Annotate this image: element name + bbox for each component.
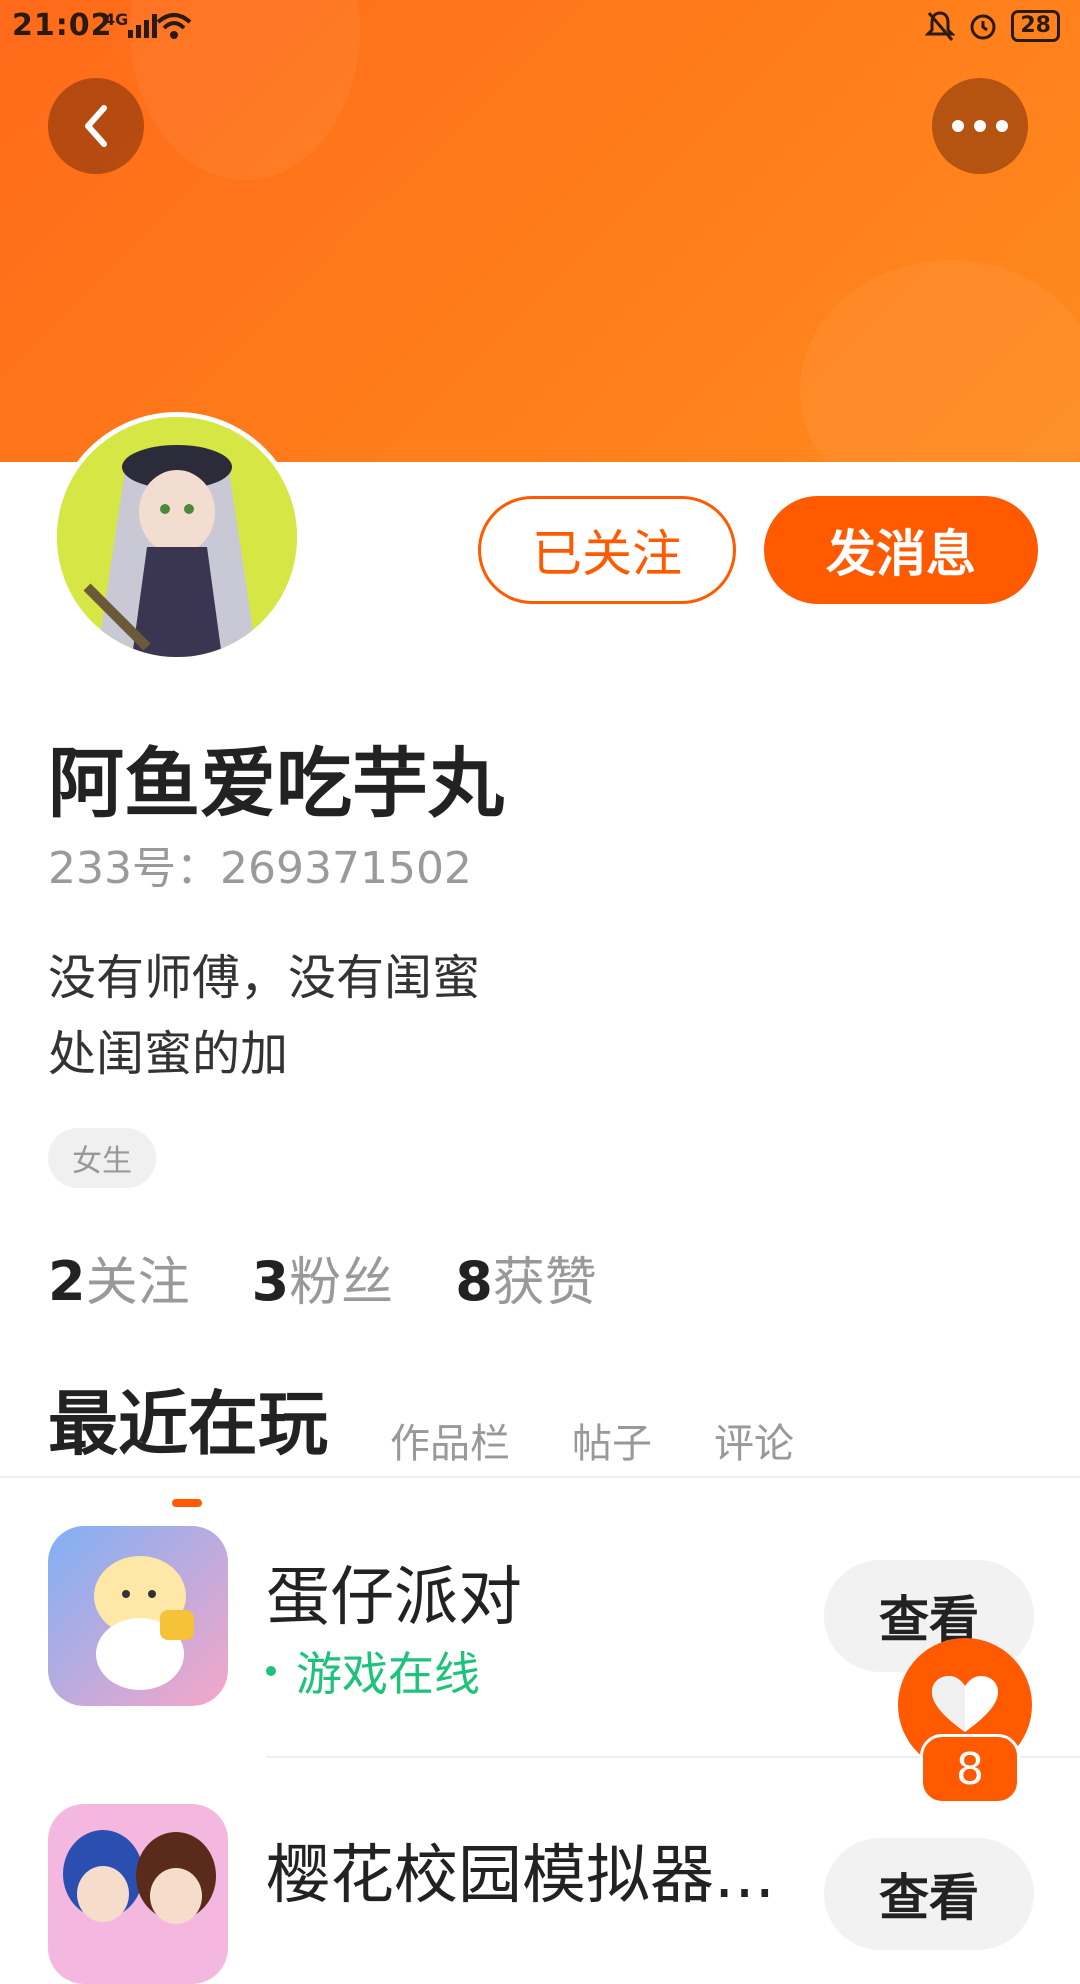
mute-bell-icon — [925, 11, 956, 41]
stat-label: 获赞 — [492, 1253, 597, 1313]
wifi-icon — [156, 13, 192, 39]
online-dot-icon — [266, 1666, 276, 1676]
followed-button[interactable]: 已关注 — [478, 496, 736, 604]
profile-tabs: 最近在玩 作品栏 帖子 评论 — [48, 1368, 856, 1507]
bio-line: 处闺蜜的加 — [48, 1026, 289, 1082]
online-status: 游戏在线 — [266, 1638, 480, 1704]
stat-followers[interactable]: 3 粉丝 — [252, 1240, 394, 1315]
stat-count: 3 — [251, 1250, 290, 1313]
view-button[interactable]: 查看 — [824, 1838, 1034, 1950]
avatar-illustration — [57, 417, 297, 657]
heart-icon — [932, 1676, 998, 1732]
tab-indicator — [172, 1499, 202, 1507]
stat-likes[interactable]: 8 获赞 — [455, 1240, 597, 1315]
chevron-left-icon — [85, 105, 107, 147]
online-label: 游戏在线 — [296, 1647, 480, 1701]
tab-posts[interactable]: 帖子 — [572, 1411, 652, 1477]
bio: 没有师傅，没有闺蜜 处闺蜜的加 — [48, 940, 480, 1092]
network-type: 4G — [104, 10, 129, 29]
game-title: 蛋仔派对 — [266, 1561, 522, 1635]
game-icon — [48, 1526, 228, 1706]
list-item[interactable]: 樱花校园模拟器... 查看 — [48, 1804, 1080, 1984]
battery-indicator: 28 — [1011, 10, 1060, 42]
profile-banner — [0, 0, 1080, 462]
tab-recently-played[interactable]: 最近在玩 — [48, 1368, 328, 1507]
gender-tag: 女生 — [48, 1128, 156, 1188]
divider — [0, 1476, 1080, 1478]
game-title: 樱花校园模拟器... — [266, 1839, 776, 1913]
alarm-icon — [970, 14, 996, 40]
like-count-badge: 8 — [920, 1734, 1020, 1804]
stat-label: 粉丝 — [289, 1253, 394, 1313]
tab-works[interactable]: 作品栏 — [390, 1411, 510, 1477]
bio-line: 没有师傅，没有闺蜜 — [48, 950, 481, 1006]
tab-label: 最近在玩 — [48, 1383, 328, 1465]
stat-count: 2 — [48, 1250, 86, 1313]
send-message-button[interactable]: 发消息 — [764, 496, 1038, 604]
banner-decoration — [800, 260, 1080, 462]
stat-following[interactable]: 2 关注 — [48, 1240, 190, 1315]
user-id: 233号：269371502 — [48, 843, 472, 894]
back-button[interactable] — [48, 78, 144, 174]
stat-count: 8 — [455, 1250, 493, 1313]
username: 阿鱼爱吃芋丸 — [48, 739, 504, 828]
avatar[interactable] — [52, 412, 302, 662]
status-time: 21:02 — [12, 8, 113, 43]
stats-row: 2 关注 3 粉丝 8 获赞 — [48, 1240, 659, 1315]
game-icon — [48, 1804, 228, 1984]
more-options-button[interactable] — [932, 78, 1028, 174]
status-bar: 21:02 4G 28 — [0, 0, 1080, 56]
stat-label: 关注 — [85, 1253, 190, 1313]
tab-comments[interactable]: 评论 — [714, 1411, 794, 1477]
more-dots-icon — [952, 120, 1008, 132]
signal-icon — [128, 14, 157, 38]
